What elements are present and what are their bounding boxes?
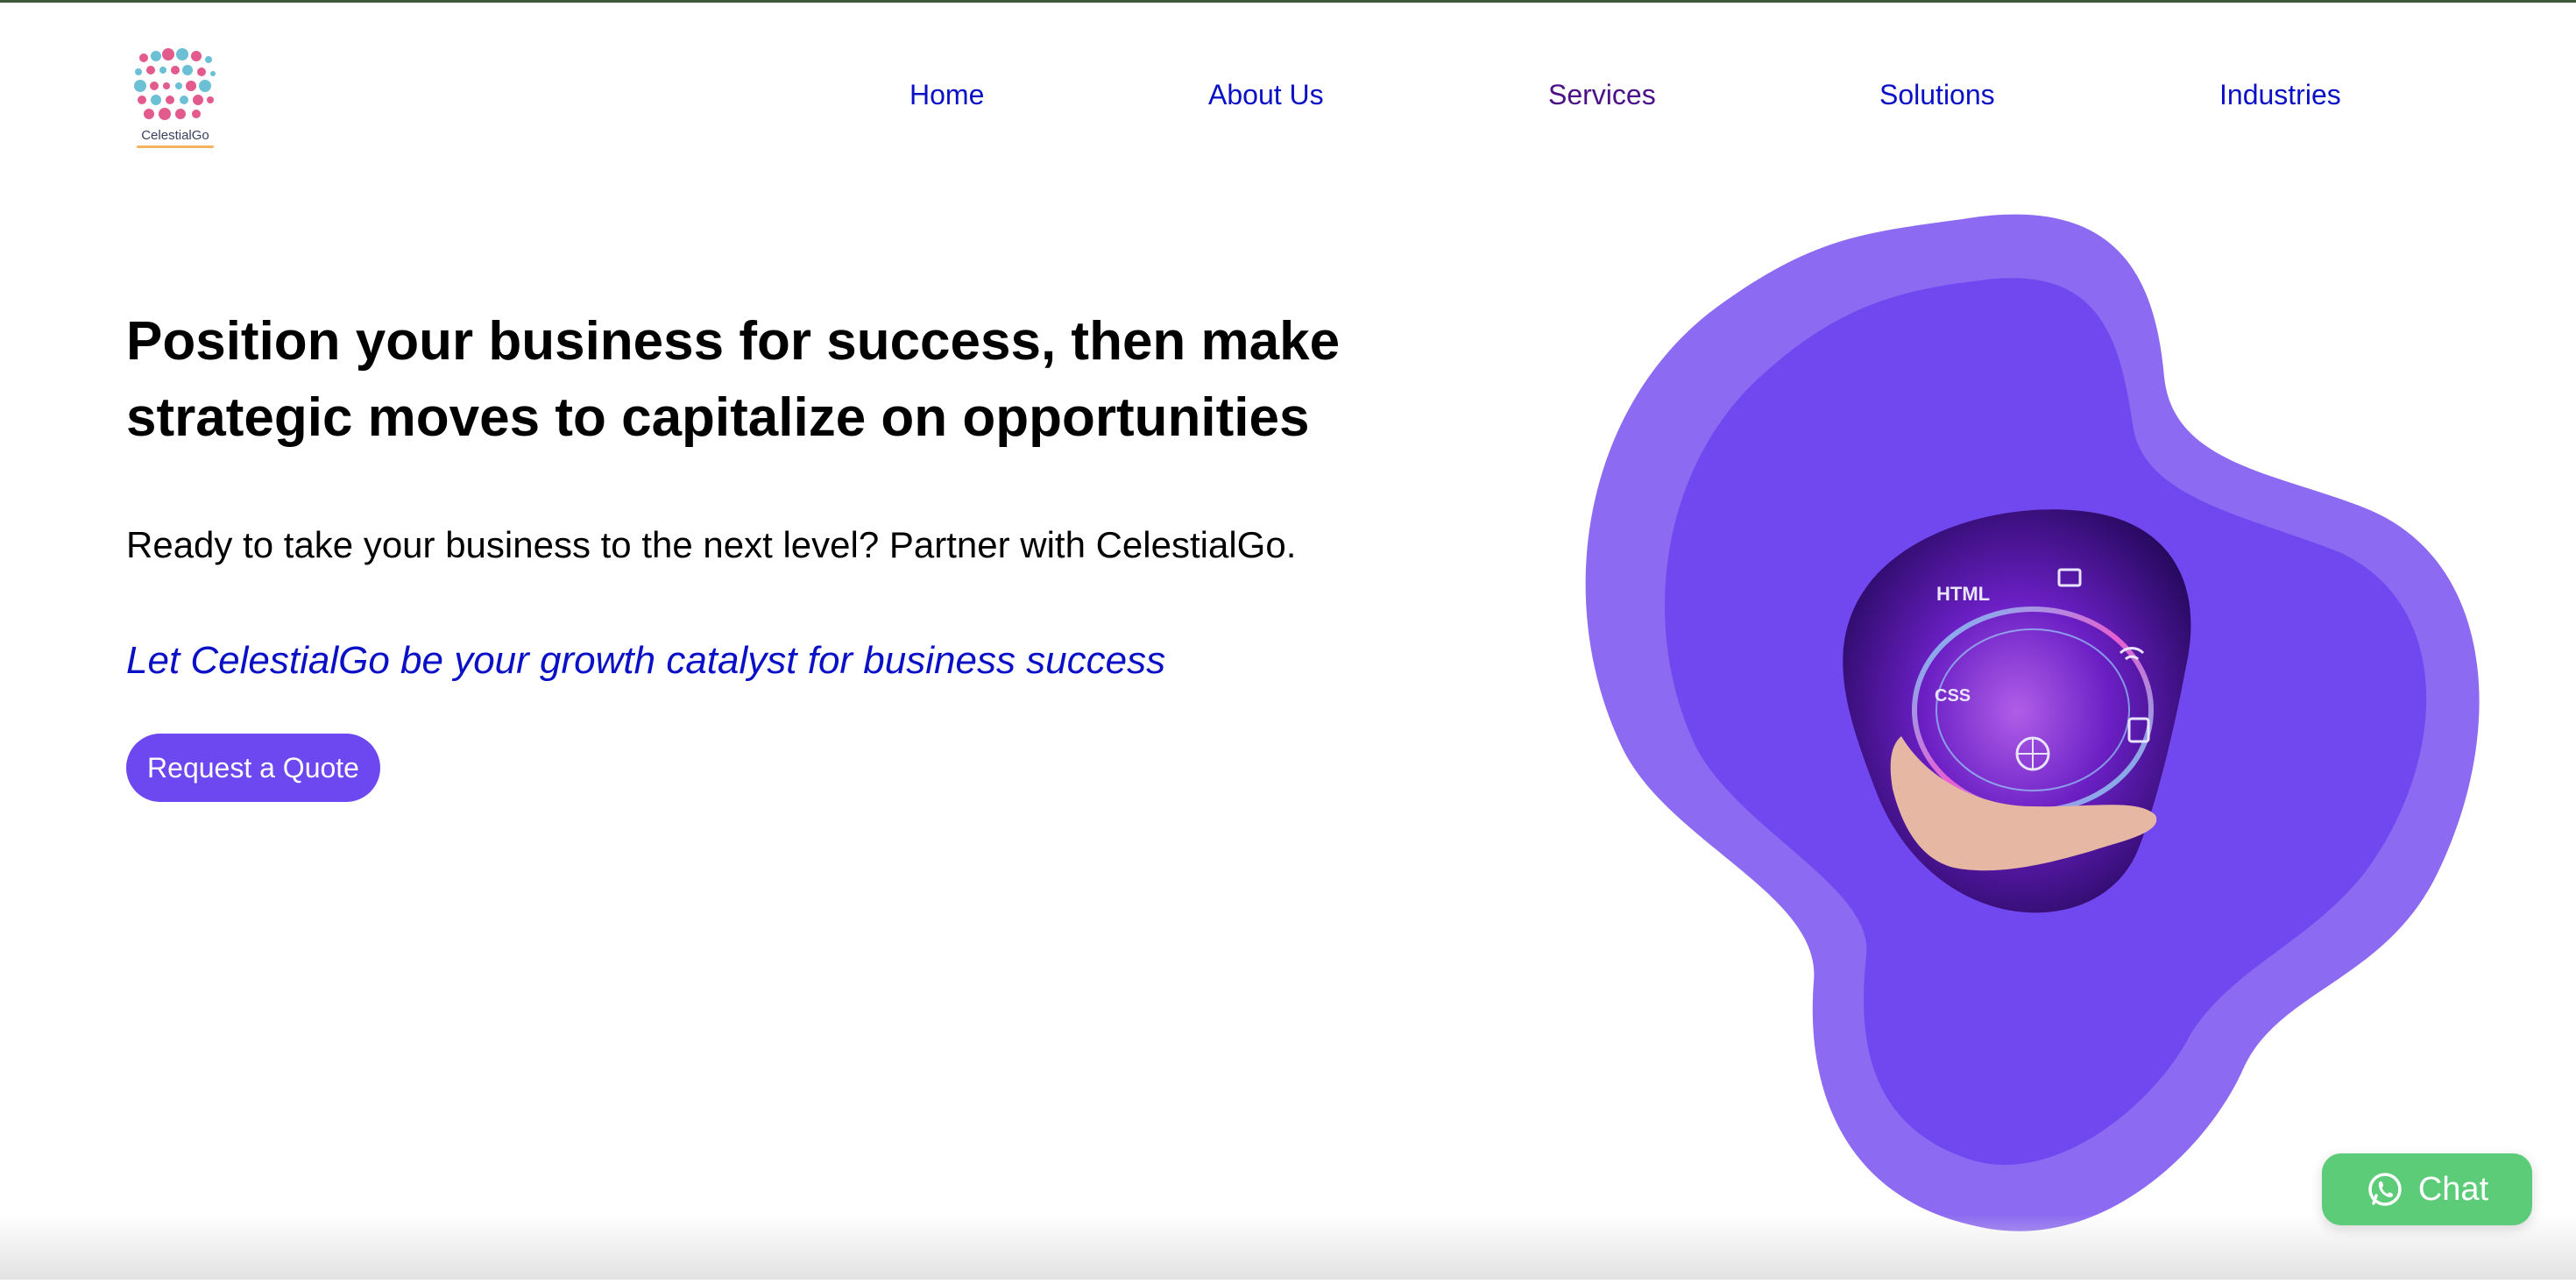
window-top-edge	[0, 0, 2576, 3]
logo-tagline-bar	[137, 145, 214, 148]
bottom-shadow	[0, 1214, 2576, 1280]
main-nav: Home About Us Services Solutions Industr…	[0, 75, 2576, 114]
logo-wordmark: CelestialGo	[141, 128, 209, 143]
html-label: HTML	[1936, 583, 1990, 605]
hero-subtitle: Ready to take your business to the next …	[126, 524, 1297, 565]
hero-title-line-1: Position your business for success, then…	[126, 311, 1341, 372]
nav-item-solutions[interactable]: Solutions	[1879, 75, 1995, 114]
hero-illustration: HTML CSS	[1490, 175, 2576, 1280]
hero-title: Position your business for success, then…	[126, 303, 1440, 456]
whatsapp-icon	[2368, 1173, 2402, 1206]
purple-blob-graphic: HTML CSS	[1585, 214, 2480, 1231]
hero-tagline: Let CelestialGo be your growth catalyst …	[126, 639, 1166, 682]
nav-item-home[interactable]: Home	[909, 75, 984, 114]
nav-item-industries[interactable]: Industries	[2219, 75, 2341, 114]
request-quote-button[interactable]: Request a Quote	[126, 734, 380, 802]
css-label: CSS	[1935, 686, 1971, 706]
nav-item-services[interactable]: Services	[1548, 75, 1656, 114]
nav-item-about-us[interactable]: About Us	[1208, 75, 1324, 114]
chat-button[interactable]: Chat	[2322, 1153, 2532, 1225]
hero-title-line-2: strategic moves to capitalize on opportu…	[126, 387, 1310, 448]
chat-label: Chat	[2417, 1170, 2489, 1208]
